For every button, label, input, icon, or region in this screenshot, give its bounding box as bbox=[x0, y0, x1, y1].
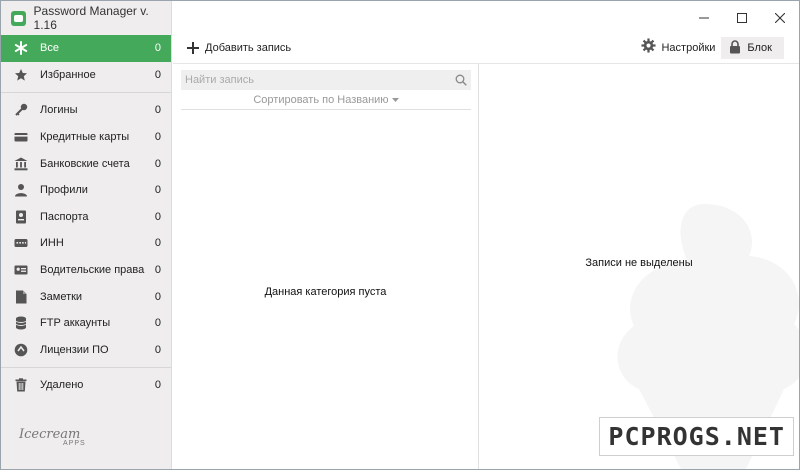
search-input[interactable] bbox=[181, 70, 451, 90]
title-bar: Password Manager v. 1.16 bbox=[1, 1, 171, 35]
minimize-icon bbox=[699, 17, 709, 19]
sidebar-item-count: 0 bbox=[154, 42, 161, 55]
entry-detail-panel: Записи не выделены bbox=[478, 63, 799, 469]
sidebar-item-label: Банковские счета bbox=[40, 157, 130, 170]
lock-button[interactable]: Блок bbox=[721, 37, 784, 59]
sidebar-divider bbox=[1, 367, 171, 369]
sidebar-item-deleted[interactable]: Удалено 0 bbox=[1, 372, 171, 399]
person-icon bbox=[14, 183, 28, 197]
sidebar-item-label: Удалено bbox=[40, 379, 84, 392]
sidebar-item-count: 0 bbox=[154, 210, 161, 223]
sidebar-item-count: 0 bbox=[154, 237, 161, 250]
app-logo-icon bbox=[11, 10, 26, 26]
sidebar-item-profiles[interactable]: Профили 0 bbox=[1, 177, 171, 204]
sidebar-item-count: 0 bbox=[154, 68, 161, 81]
minimize-button[interactable] bbox=[685, 1, 723, 35]
gear-icon bbox=[641, 38, 657, 58]
search-icon[interactable] bbox=[451, 74, 471, 86]
sidebar-item-label: Лицензии ПО bbox=[40, 343, 109, 356]
sidebar-item-count: 0 bbox=[154, 184, 161, 197]
sidebar-item-software-licenses[interactable]: Лицензии ПО 0 bbox=[1, 337, 171, 364]
entry-list-panel: Сортировать по Названию Данная категория… bbox=[173, 63, 478, 469]
sidebar-item-count: 0 bbox=[154, 290, 161, 303]
sidebar-item-favorites[interactable]: Избранное 0 bbox=[1, 62, 171, 89]
license-icon bbox=[14, 343, 28, 357]
sidebar-item-logins[interactable]: Логины 0 bbox=[1, 97, 171, 124]
pcprogs-watermark: PCPROGS.NET bbox=[599, 417, 794, 456]
add-entry-button[interactable]: Добавить запись bbox=[173, 39, 291, 57]
icecream-apps-logo: Icecream APPS bbox=[19, 427, 86, 447]
no-selection-message: Записи не выделены bbox=[585, 257, 693, 269]
sidebar-item-label: FTP аккаунты bbox=[40, 317, 111, 330]
sidebar-item-label: Кредитные карты bbox=[40, 131, 130, 144]
star-icon bbox=[14, 68, 28, 82]
sidebar-item-notes[interactable]: Заметки 0 bbox=[1, 283, 171, 310]
maximize-button[interactable] bbox=[723, 1, 761, 35]
credit-card-icon bbox=[14, 130, 28, 144]
empty-category-message: Данная категория пуста bbox=[264, 286, 387, 298]
id-card-icon bbox=[14, 263, 28, 277]
bank-icon bbox=[14, 157, 28, 171]
sidebar-item-label: Все bbox=[40, 42, 59, 55]
sidebar-item-label: Водительские права bbox=[40, 264, 145, 277]
sort-label: Сортировать по Названию bbox=[253, 94, 389, 106]
plus-icon bbox=[187, 39, 199, 57]
sidebar-item-label: Логины bbox=[40, 104, 78, 117]
sidebar-item-count: 0 bbox=[154, 157, 161, 170]
close-button[interactable] bbox=[761, 1, 799, 35]
sidebar-item-count: 0 bbox=[154, 343, 161, 356]
settings-button[interactable]: Настройки bbox=[641, 38, 715, 58]
add-entry-label: Добавить запись bbox=[205, 42, 292, 54]
sidebar-item-bank-accounts[interactable]: Банковские счета 0 bbox=[1, 150, 171, 177]
sidebar-item-label: Заметки bbox=[40, 290, 83, 303]
database-icon bbox=[14, 316, 28, 330]
sidebar-divider bbox=[1, 92, 171, 94]
sort-dropdown[interactable]: Сортировать по Названию bbox=[181, 92, 471, 110]
sidebar-item-label: Профили bbox=[40, 184, 88, 197]
sidebar-item-credit-cards[interactable]: Кредитные карты 0 bbox=[1, 124, 171, 151]
maximize-icon bbox=[737, 13, 747, 23]
toolbar-right: Настройки Блок bbox=[641, 35, 799, 61]
sidebar-item-drivers-license[interactable]: Водительские права 0 bbox=[1, 257, 171, 284]
trash-icon bbox=[14, 378, 28, 392]
sidebar-item-passports[interactable]: Паспорта 0 bbox=[1, 204, 171, 231]
app-window: Password Manager v. 1.16 Все 0 Избранное… bbox=[0, 0, 800, 470]
sidebar-item-inn[interactable]: ИНН 0 bbox=[1, 230, 171, 257]
close-icon bbox=[775, 13, 785, 23]
passport-icon bbox=[14, 210, 28, 224]
chevron-down-icon bbox=[391, 94, 399, 106]
lock-icon bbox=[729, 39, 741, 57]
sidebar-item-ftp-accounts[interactable]: FTP аккаунты 0 bbox=[1, 310, 171, 337]
keypad-icon bbox=[14, 236, 28, 250]
sidebar-item-count: 0 bbox=[154, 264, 161, 277]
window-title: Password Manager v. 1.16 bbox=[33, 4, 149, 32]
brand-sub: APPS bbox=[63, 440, 86, 447]
sidebar-item-label: Паспорта bbox=[40, 210, 89, 223]
window-controls bbox=[685, 1, 799, 35]
asterisk-icon bbox=[14, 41, 28, 56]
sidebar-item-all[interactable]: Все 0 bbox=[1, 35, 171, 62]
sidebar: Password Manager v. 1.16 Все 0 Избранное… bbox=[1, 1, 172, 469]
toolbar: Добавить запись Настройки Блок bbox=[173, 35, 799, 61]
sidebar-item-label: Избранное bbox=[40, 68, 96, 81]
sidebar-item-count: 0 bbox=[154, 317, 161, 330]
sidebar-item-label: ИНН bbox=[40, 237, 64, 250]
settings-label: Настройки bbox=[661, 42, 716, 54]
lock-label: Блок bbox=[747, 42, 772, 54]
sidebar-item-count: 0 bbox=[154, 131, 161, 144]
sidebar-item-count: 0 bbox=[154, 104, 161, 117]
sidebar-item-count: 0 bbox=[154, 379, 161, 392]
key-icon bbox=[14, 103, 28, 117]
search-box bbox=[181, 70, 471, 90]
note-icon bbox=[14, 290, 28, 304]
